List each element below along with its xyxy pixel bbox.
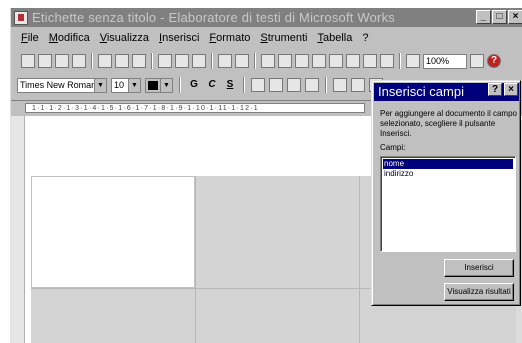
insert-picture-icon[interactable] <box>312 54 326 68</box>
menu-file[interactable]: File <box>21 32 39 44</box>
justify-icon[interactable] <box>305 78 319 92</box>
dialog-help-button[interactable]: ? <box>488 83 502 96</box>
insert-button[interactable]: Inserisci <box>444 259 514 277</box>
copy-icon[interactable] <box>175 54 189 68</box>
toolbar-separator <box>91 53 93 69</box>
toolbar-separator <box>399 53 401 69</box>
window-controls: _ □ × <box>476 10 522 24</box>
chevron-down-icon[interactable]: ▼ <box>128 78 140 92</box>
insert-fields-dialog: Inserisci campi ? × Per aggiungere al do… <box>371 80 521 306</box>
address-book-icon[interactable] <box>72 54 86 68</box>
menu-visualizza[interactable]: Visualizza <box>100 32 149 44</box>
bold-button[interactable]: G <box>187 78 201 92</box>
undo-icon[interactable] <box>218 54 232 68</box>
align-right-icon[interactable] <box>287 78 301 92</box>
toolbar-separator <box>151 53 153 69</box>
app-window: Etichette senza titolo - Elaboratore di … <box>10 8 522 343</box>
format-painter-icon[interactable] <box>380 54 394 68</box>
numbering-icon[interactable] <box>351 78 365 92</box>
font-name-value: Times New Roman <box>20 79 97 90</box>
bullets-icon[interactable] <box>333 78 347 92</box>
insert-table-icon[interactable] <box>278 54 292 68</box>
open-folder-icon[interactable] <box>38 54 52 68</box>
toolbar-separator <box>211 53 213 69</box>
font-color-select[interactable]: ▼ <box>145 77 173 93</box>
toolbar-separator <box>325 77 327 93</box>
minimize-button[interactable]: _ <box>476 10 491 24</box>
dialog-instructions: Per aggiungere al documento il campo sel… <box>380 109 517 138</box>
task-launcher-icon[interactable] <box>363 54 377 68</box>
ruler-track[interactable]: 1·1·1·2·1·3·1·4·1·5·1·6·1·7·1·8·1·9·1·10… <box>25 103 365 113</box>
cut-icon[interactable] <box>158 54 172 68</box>
menu-inserisci[interactable]: Inserisci <box>159 32 199 44</box>
title-bar: Etichette senza titolo - Elaboratore di … <box>11 8 522 27</box>
menu-modifica[interactable]: Modifica <box>49 32 90 44</box>
grid-divider <box>195 176 196 343</box>
menu-bar: File Modifica Visualizza Inserisci Forma… <box>11 28 522 48</box>
fields-label: Campi: <box>380 143 406 152</box>
menu-formato[interactable]: Formato <box>209 32 250 44</box>
zoom-value: 100% <box>426 55 450 66</box>
toolbar-separator <box>179 77 181 93</box>
spell-check-icon[interactable] <box>132 54 146 68</box>
font-size-value: 10 <box>114 79 125 90</box>
left-margin-pane <box>11 116 25 343</box>
color-swatch-icon <box>148 80 158 90</box>
view-results-button[interactable]: Visualizza risultati <box>444 283 514 301</box>
paste-icon[interactable] <box>192 54 206 68</box>
toolbar-separator <box>243 77 245 93</box>
maximize-button[interactable]: □ <box>492 10 507 24</box>
toolbar-separator <box>254 53 256 69</box>
print-icon[interactable] <box>98 54 112 68</box>
new-document-icon[interactable] <box>21 54 35 68</box>
chevron-down-icon[interactable]: ▼ <box>94 78 106 92</box>
label-cell[interactable] <box>31 176 195 288</box>
align-left-icon[interactable] <box>251 78 265 92</box>
window-title: Etichette senza titolo - Elaboratore di … <box>32 10 395 25</box>
italic-button[interactable]: C <box>205 78 219 92</box>
zoom-select[interactable]: 100% <box>423 53 467 69</box>
align-center-icon[interactable] <box>269 78 283 92</box>
font-size-select[interactable]: 10 ▼ <box>111 77 141 93</box>
show-formatting-icon[interactable] <box>470 54 484 68</box>
insert-spreadsheet-icon[interactable] <box>329 54 343 68</box>
dialog-close-button[interactable]: × <box>504 83 518 96</box>
save-icon[interactable] <box>55 54 69 68</box>
menu-help[interactable]: ? <box>362 32 368 44</box>
fields-listbox[interactable]: nome indirizzo <box>380 156 516 252</box>
standard-toolbar: 100% ? <box>11 50 522 72</box>
works-app-icon <box>14 10 28 25</box>
font-name-select[interactable]: Times New Roman ▼ <box>17 77 107 93</box>
menu-tabella[interactable]: Tabella <box>317 32 352 44</box>
grid-divider <box>359 176 360 343</box>
underline-button[interactable]: S <box>223 78 237 92</box>
redo-icon[interactable] <box>235 54 249 68</box>
print-preview-icon[interactable] <box>115 54 129 68</box>
insert-clipart-icon[interactable] <box>295 54 309 68</box>
close-button[interactable]: × <box>508 10 522 24</box>
address-book-small-icon[interactable] <box>406 54 420 68</box>
insert-chart-icon[interactable] <box>261 54 275 68</box>
chevron-down-icon[interactable]: ▼ <box>160 78 172 92</box>
field-item-nome[interactable]: nome <box>383 159 513 169</box>
insert-database-icon[interactable] <box>346 54 360 68</box>
menu-strumenti[interactable]: Strumenti <box>260 32 307 44</box>
help-icon[interactable]: ? <box>487 54 501 68</box>
field-item-indirizzo[interactable]: indirizzo <box>383 169 513 179</box>
